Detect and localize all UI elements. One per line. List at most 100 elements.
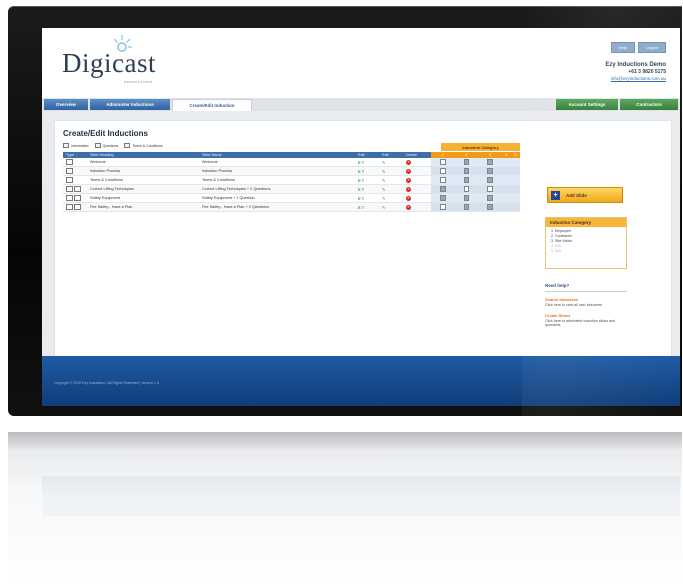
type-cell (63, 193, 87, 203)
delete-icon[interactable]: ✕ (406, 168, 411, 174)
checkbox[interactable] (463, 204, 470, 210)
footer-copyright: Copyright © 2010 Ezy Inductions | All Ri… (54, 381, 159, 385)
category-item: 1. Employee (551, 229, 571, 233)
legend-information: Information (63, 143, 89, 148)
checkbox[interactable] (463, 168, 470, 174)
checkbox[interactable] (440, 168, 446, 174)
checkbox[interactable] (463, 195, 470, 201)
table-row[interactable]: Welcome Welcome E T ✎ ✕ (63, 158, 520, 167)
help-title: Need help? (545, 283, 627, 292)
question-icon (94, 143, 101, 148)
search-inductees-link[interactable]: Search Inductees (545, 297, 627, 302)
delete-cell: ✕ (403, 175, 431, 185)
category-checkbox[interactable] (454, 166, 479, 176)
checkbox[interactable] (487, 168, 493, 174)
create-slides-link[interactable]: Create Slides (545, 313, 627, 318)
table-row[interactable]: Terms & Conditions Terms & Conditions E … (63, 175, 520, 185)
account-email-link[interactable]: info@ezyinductions.com.au (605, 76, 666, 81)
pencil-icon[interactable]: ✎ (382, 178, 385, 183)
tab-administer-inductions[interactable]: Administer Inductions (90, 99, 170, 110)
checkbox[interactable] (440, 159, 446, 165)
category-checkbox[interactable] (431, 166, 455, 176)
tab-account-settings[interactable]: Account Settings (556, 99, 618, 110)
checkbox[interactable] (440, 186, 446, 192)
category-checkbox[interactable] (478, 158, 502, 167)
pencil-icon[interactable]: ✎ (382, 196, 385, 201)
delete-cell: ✕ (403, 184, 431, 194)
category-checkbox[interactable] (478, 184, 502, 194)
category-checkbox[interactable] (454, 202, 479, 212)
category-checkbox[interactable] (478, 175, 502, 185)
edit-text-button[interactable]: E T (355, 202, 379, 212)
checkbox[interactable] (487, 177, 493, 183)
checkbox[interactable] (463, 177, 470, 183)
delete-icon[interactable]: ✕ (406, 195, 411, 201)
pencil-icon[interactable]: ✎ (382, 169, 385, 174)
pencil-icon[interactable]: ✎ (382, 187, 385, 192)
top-buttons: Help Logout (610, 42, 666, 53)
slides-table: Type Slide Heading Slide Name Edit Edit … (63, 152, 520, 212)
delete-icon[interactable]: ✕ (406, 186, 411, 192)
delete-cell: ✕ (403, 193, 431, 203)
logo[interactable]: Digicast (62, 48, 156, 79)
category-checkbox[interactable] (478, 202, 502, 212)
pencil-icon[interactable]: ✎ (382, 205, 385, 210)
category-checkbox[interactable] (454, 184, 479, 194)
edit-text-button[interactable]: E T (355, 166, 379, 176)
category-checkbox[interactable] (454, 175, 479, 185)
category-checkbox[interactable] (431, 158, 455, 167)
pencil-icon[interactable]: ✎ (382, 160, 385, 165)
category-cell (501, 184, 511, 194)
checkbox[interactable] (463, 186, 470, 192)
checkbox[interactable] (440, 195, 446, 201)
footer: Copyright © 2010 Ezy Inductions | All Ri… (42, 356, 680, 406)
category-cell (510, 202, 520, 212)
checkbox[interactable] (440, 204, 446, 210)
category-cell (501, 158, 511, 167)
type-cell (63, 202, 87, 212)
plus-icon: + (551, 190, 560, 200)
information-type-icon (66, 159, 73, 165)
category-checkbox[interactable] (454, 193, 479, 203)
delete-icon[interactable]: ✕ (406, 177, 411, 183)
type-cell (63, 166, 87, 176)
category-checkbox[interactable] (431, 175, 455, 185)
page-title: Create/Edit Inductions (63, 129, 148, 138)
checkbox[interactable] (487, 195, 493, 201)
category-checkbox[interactable] (454, 158, 479, 167)
category-checkbox[interactable] (431, 193, 455, 203)
checkbox[interactable] (487, 204, 493, 210)
checkbox[interactable] (487, 159, 493, 165)
edit-text-button[interactable]: E T (355, 193, 379, 203)
checkbox[interactable] (440, 177, 446, 183)
table-row[interactable]: Induction Process Induction Process E T … (63, 166, 520, 176)
checkbox[interactable] (463, 159, 470, 165)
category-checkbox[interactable] (431, 184, 455, 194)
table-row[interactable]: Fire Safety - Have a Plan Fire Safety - … (63, 202, 520, 212)
category-checkbox[interactable] (431, 202, 455, 212)
table-row[interactable]: Safety Equipment Safety Equipment + 1 Qu… (63, 193, 520, 203)
category-cell (510, 166, 520, 176)
create-slides-desc: Click here to administer induction slide… (545, 318, 616, 328)
logout-button[interactable]: Logout (637, 42, 666, 53)
help-button[interactable]: Help (610, 42, 635, 53)
legend-label: Questions (102, 143, 119, 148)
category-checkbox[interactable] (478, 193, 502, 203)
checkbox[interactable] (487, 186, 493, 192)
delete-icon[interactable]: ✕ (406, 159, 411, 165)
tab-overview[interactable]: Overview (44, 99, 88, 110)
tab-contractors[interactable]: Contractors (620, 99, 678, 110)
category-item: 2. Contractor (551, 234, 572, 238)
slide-heading: Fire Safety - Have a Plan (87, 202, 199, 212)
slide-name: Safety Equipment + 1 Question (199, 193, 355, 203)
tab-create-edit-induction[interactable]: Create/Edit Induction (172, 99, 252, 111)
edit-text-button[interactable]: E T (355, 184, 379, 194)
search-inductees-desc: Click here to view all user inductees (545, 303, 603, 307)
category-box-title: Induction Category (546, 218, 626, 227)
add-slide-button[interactable]: + Add Slide (547, 187, 623, 203)
delete-icon[interactable]: ✕ (406, 204, 411, 210)
table-row[interactable]: Correct Lifting Techniques Correct Lifti… (63, 184, 520, 194)
edit-text-button[interactable]: E T (355, 158, 379, 167)
category-checkbox[interactable] (478, 166, 502, 176)
edit-text-button[interactable]: E T (355, 175, 379, 185)
